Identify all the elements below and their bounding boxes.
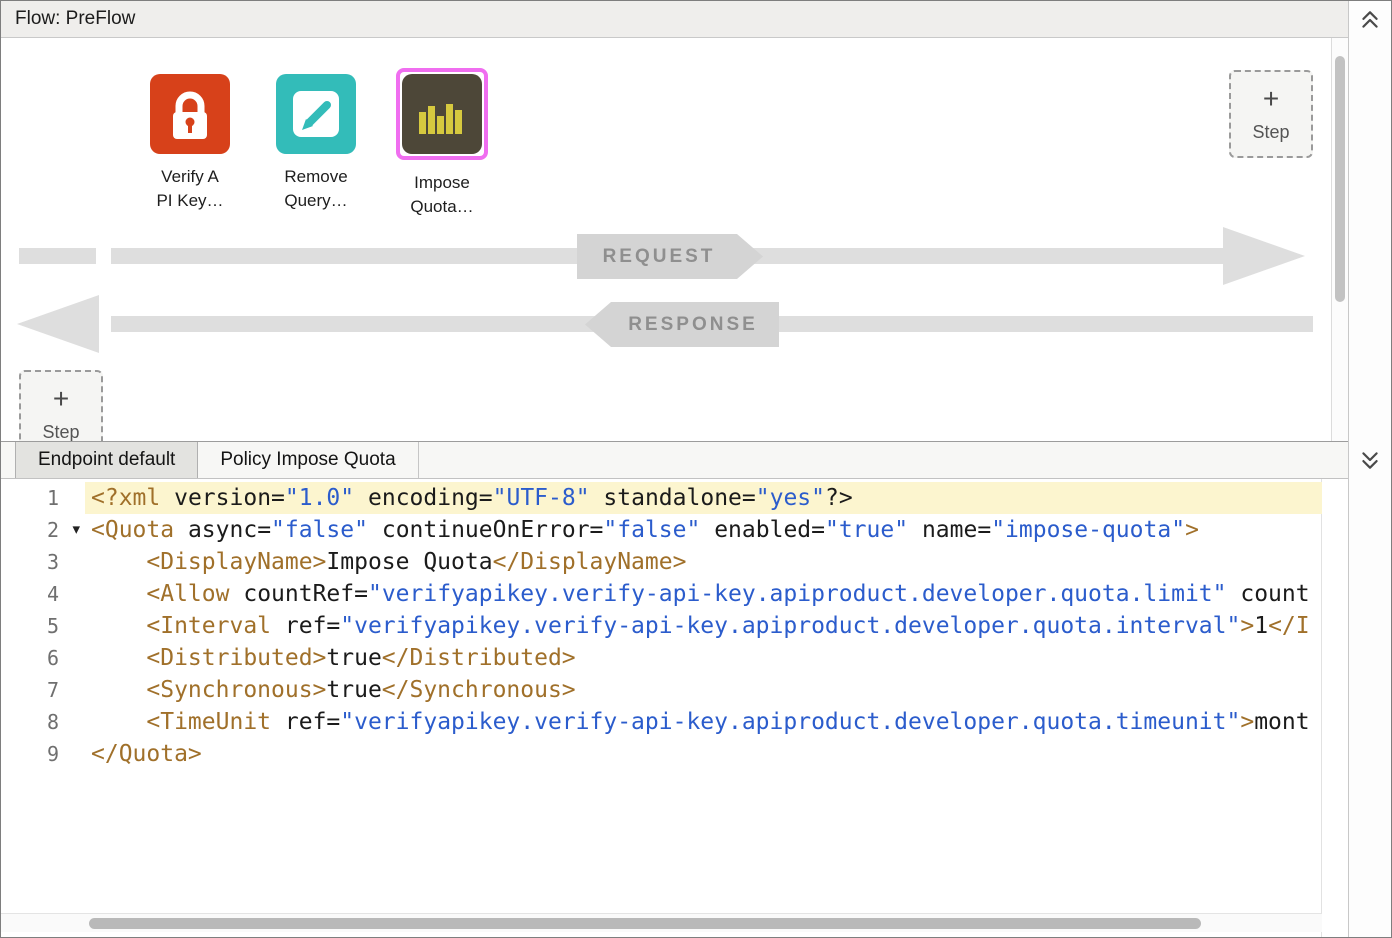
response-arrowhead-icon <box>17 295 99 353</box>
flow-scrollbar-thumb[interactable] <box>1335 56 1345 302</box>
policy-impose-quota-selected[interactable]: Impose Quota… <box>391 68 493 219</box>
line-number: 2▾ <box>1 514 85 546</box>
chevron-double-up-icon <box>1359 9 1381 31</box>
add-step-button-request[interactable]: + Step <box>1229 70 1313 158</box>
fold-arrow-icon[interactable]: ▾ <box>72 514 80 546</box>
code-line[interactable]: 4 <Allow countRef="verifyapikey.verify-a… <box>1 578 1322 610</box>
editor-scrollbar-thumb[interactable] <box>89 918 1201 929</box>
line-number: 5 <box>1 610 85 642</box>
line-number: 8 <box>1 706 85 738</box>
selected-policy-outline <box>396 68 488 160</box>
line-number: 3 <box>1 546 85 578</box>
policy-list: Verify A PI Key… Remove <box>139 68 493 219</box>
editor-horizontal-scrollbar[interactable] <box>1 913 1322 932</box>
line-number: 6 <box>1 642 85 674</box>
response-flow-badge[interactable]: RESPONSE <box>585 302 779 347</box>
apigee-proxy-editor-window: Flow: PreFlow Verify A <box>0 0 1392 938</box>
policy-remove-query-param[interactable]: Remove Query… <box>265 68 367 219</box>
flow-canvas: Verify A PI Key… Remove <box>1 38 1348 441</box>
code-lines: 1<?xml version="1.0" encoding="UTF-8" st… <box>1 482 1322 770</box>
xml-code-editor[interactable]: 1<?xml version="1.0" encoding="UTF-8" st… <box>1 479 1348 937</box>
code-line[interactable]: 5 <Interval ref="verifyapikey.verify-api… <box>1 610 1322 642</box>
line-number: 1 <box>1 482 85 514</box>
collapse-flow-panel-button[interactable] <box>1356 7 1384 33</box>
chevron-double-down-icon <box>1359 449 1381 471</box>
code-text: <?xml version="1.0" encoding="UTF-8" sta… <box>85 482 1322 514</box>
code-line[interactable]: 2▾<Quota async="false" continueOnError="… <box>1 514 1322 546</box>
flow-header: Flow: PreFlow <box>1 1 1348 38</box>
collapse-editor-panel-button[interactable] <box>1356 447 1384 473</box>
lock-icon <box>150 74 230 154</box>
policy-label: Impose Quota… <box>410 171 473 219</box>
tab-endpoint-default[interactable]: Endpoint default <box>15 442 198 478</box>
code-line[interactable]: 3 <DisplayName>Impose Quota</DisplayName… <box>1 546 1322 578</box>
plus-icon: + <box>21 384 101 414</box>
code-line[interactable]: 8 <TimeUnit ref="verifyapikey.verify-api… <box>1 706 1322 738</box>
code-line[interactable]: 1<?xml version="1.0" encoding="UTF-8" st… <box>1 482 1322 514</box>
code-text: <Quota async="false" continueOnError="fa… <box>85 514 1322 546</box>
line-number: 7 <box>1 674 85 706</box>
plus-icon: + <box>1231 84 1311 114</box>
code-text: <Interval ref="verifyapikey.verify-api-k… <box>85 610 1322 642</box>
policy-verify-api-key[interactable]: Verify A PI Key… <box>139 68 241 219</box>
request-bar-left-segment <box>19 248 96 264</box>
code-line[interactable]: 7 <Synchronous>true</Synchronous> <box>1 674 1322 706</box>
quota-bars-icon <box>402 74 482 154</box>
add-step-button-response[interactable]: + Step <box>19 370 103 441</box>
line-number: 9 <box>1 738 85 770</box>
main-column: Flow: PreFlow Verify A <box>1 1 1348 937</box>
policy-label: Remove Query… <box>284 165 347 213</box>
code-text: <TimeUnit ref="verifyapikey.verify-api-k… <box>85 706 1322 738</box>
flow-title: Flow: PreFlow <box>15 8 135 30</box>
line-number: 4 <box>1 578 85 610</box>
code-line[interactable]: 9</Quota> <box>1 738 1322 770</box>
flow-vertical-scrollbar[interactable] <box>1331 38 1348 441</box>
right-rail <box>1348 1 1391 937</box>
code-text: <Allow countRef="verifyapikey.verify-api… <box>85 578 1322 610</box>
code-text: <Distributed>true</Distributed> <box>85 642 1322 674</box>
request-arrowhead-icon <box>1223 227 1305 285</box>
policy-label: Verify A PI Key… <box>156 165 223 213</box>
request-flow-badge[interactable]: REQUEST <box>577 234 763 279</box>
code-text: <Synchronous>true</Synchronous> <box>85 674 1322 706</box>
code-text: <DisplayName>Impose Quota</DisplayName> <box>85 546 1322 578</box>
editor-tab-bar: Endpoint default Policy Impose Quota <box>1 441 1348 479</box>
flow-panel: Flow: PreFlow Verify A <box>1 1 1348 441</box>
code-text: </Quota> <box>85 738 1322 770</box>
tab-policy-impose-quota[interactable]: Policy Impose Quota <box>198 442 418 478</box>
pencil-icon <box>276 74 356 154</box>
code-line[interactable]: 6 <Distributed>true</Distributed> <box>1 642 1322 674</box>
